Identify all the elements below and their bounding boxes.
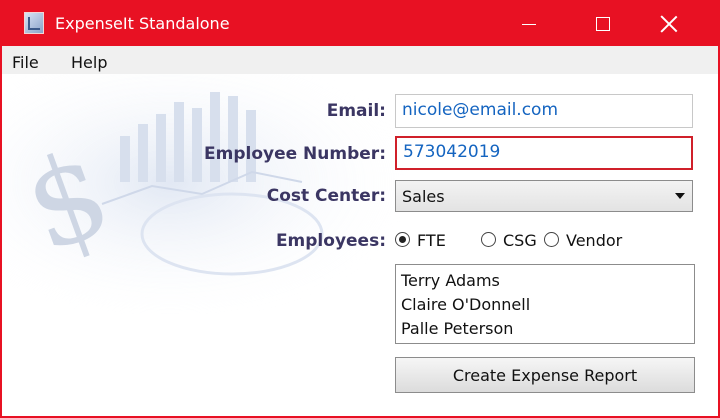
- maximize-button[interactable]: [580, 2, 626, 46]
- menu-help[interactable]: Help: [71, 53, 107, 72]
- list-item[interactable]: Terry Adams: [401, 269, 689, 293]
- main-content: $ Email: nicole@email.com Employee Numbe…: [2, 74, 718, 416]
- window-title: ExpenseIt Standalone: [55, 14, 230, 33]
- app-window: ExpenseIt Standalone File Help $ Email: …: [0, 0, 720, 418]
- menu-bar: File Help: [2, 46, 718, 74]
- employees-label: Employees:: [275, 231, 386, 251]
- close-button[interactable]: [646, 2, 692, 46]
- employee-number-field[interactable]: 573042019: [395, 136, 693, 170]
- email-field[interactable]: nicole@email.com: [395, 94, 693, 128]
- list-item[interactable]: Palle Peterson: [401, 317, 689, 341]
- employee-listbox[interactable]: Terry Adams Claire O'Donnell Palle Peter…: [395, 264, 695, 344]
- cost-center-selected: Sales: [402, 187, 445, 206]
- create-expense-report-button[interactable]: Create Expense Report: [395, 357, 695, 393]
- cost-center-label: Cost Center:: [266, 186, 386, 206]
- radio-vendor-label: Vendor: [566, 231, 623, 250]
- cost-center-dropdown[interactable]: Sales: [395, 180, 693, 212]
- radio-fte-label: FTE: [417, 231, 446, 250]
- minimize-button[interactable]: [506, 2, 552, 46]
- close-icon: [660, 15, 678, 33]
- expenseit-app-icon: [24, 12, 44, 34]
- maximize-icon: [596, 17, 610, 31]
- menu-file[interactable]: File: [12, 53, 39, 72]
- radio-csg-label: CSG: [503, 231, 537, 250]
- list-item[interactable]: Claire O'Donnell: [401, 293, 689, 317]
- title-bar[interactable]: ExpenseIt Standalone: [2, 2, 718, 46]
- radio-unchecked-icon: [481, 232, 496, 247]
- email-label: Email:: [326, 101, 386, 121]
- radio-checked-icon: [395, 232, 410, 247]
- radio-unchecked-icon: [544, 232, 559, 247]
- employee-number-label: Employee Number:: [204, 144, 386, 164]
- minimize-icon: [522, 23, 536, 25]
- chevron-down-icon: [675, 193, 685, 199]
